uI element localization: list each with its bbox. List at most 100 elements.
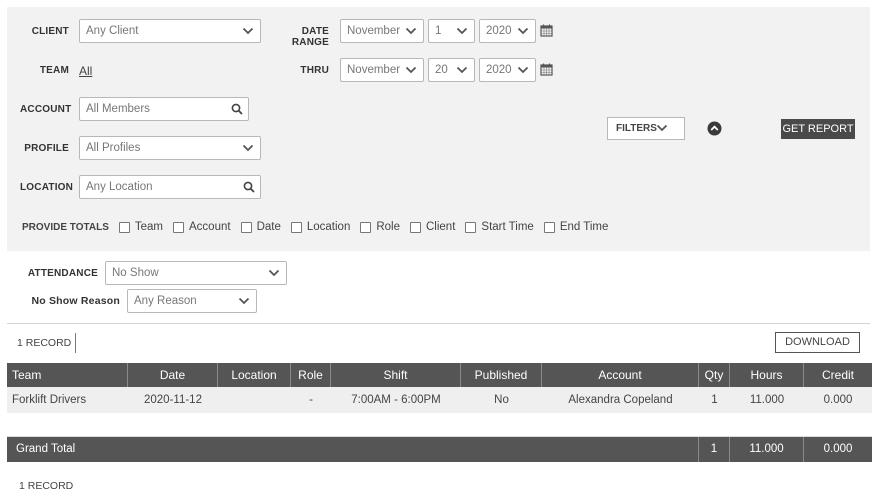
chevron-down-icon — [456, 26, 468, 36]
client-select-value: Any Client — [86, 25, 139, 37]
grand-total-qty: 1 — [699, 437, 730, 462]
totals-checkbox-date[interactable]: Date — [240, 221, 281, 233]
location-search-input[interactable]: Any Location — [79, 175, 261, 199]
column-header-account[interactable]: Account — [542, 363, 699, 387]
client-label: CLIENT — [31, 26, 69, 37]
column-header-credit[interactable]: Credit — [804, 363, 872, 387]
team-all-link[interactable]: All — [79, 64, 92, 78]
checkbox[interactable] — [465, 221, 477, 233]
cell-qty: 1 — [711, 394, 718, 406]
from-day-select[interactable]: 1 — [428, 19, 475, 43]
chevron-up-circle-icon[interactable] — [707, 121, 722, 136]
cell-hours: 11.000 — [749, 394, 785, 406]
grand-total-row: Grand Total 1 11.000 0.000 — [7, 437, 872, 462]
totals-checkbox-location[interactable]: Location — [290, 221, 351, 233]
thru-month-value: November — [347, 64, 401, 76]
search-icon[interactable] — [231, 103, 243, 115]
grand-total-hours: 11.000 — [730, 437, 804, 462]
no-show-reason-select[interactable]: Any Reason — [127, 289, 257, 313]
totals-checkbox-team[interactable]: Team — [118, 221, 163, 233]
from-day-value: 1 — [435, 25, 442, 37]
chevron-down-icon — [517, 65, 529, 75]
thru-day-value: 20 — [435, 64, 448, 76]
location-label: LOCATION — [20, 182, 74, 193]
account-label: ACCOUNT — [20, 104, 72, 115]
calendar-icon[interactable] — [540, 63, 553, 76]
date-range-label: DATE RANGE — [291, 26, 329, 48]
column-header-role[interactable]: Role — [291, 363, 331, 387]
record-count-separator — [75, 333, 76, 353]
profile-label: PROFILE — [24, 143, 69, 154]
profile-select[interactable]: All Profiles — [79, 136, 261, 160]
checkbox-label: Role — [376, 221, 400, 233]
no-show-reason-label: No Show Reason — [31, 295, 120, 307]
cell-published: No — [494, 394, 509, 406]
checkbox[interactable] — [543, 221, 555, 233]
report-table: Team Date Location Role Shift Published … — [7, 363, 872, 462]
provide-totals-row: PROVIDE TOTALS Team Account Date Locatio… — [22, 219, 618, 235]
checkbox[interactable] — [360, 221, 372, 233]
table-header-row: Team Date Location Role Shift Published … — [7, 363, 872, 387]
cell-team: Forklift Drivers — [12, 394, 87, 406]
from-month-select[interactable]: November — [340, 19, 424, 43]
totals-checkbox-start-time[interactable]: Start Time — [465, 221, 534, 233]
from-year-select[interactable]: 2020 — [479, 19, 536, 43]
thru-year-select[interactable]: 2020 — [479, 58, 536, 82]
cell-credit: 0.000 — [823, 394, 853, 406]
checkbox[interactable] — [173, 221, 184, 233]
checkbox-label: Date — [256, 221, 281, 233]
checkbox-label: Team — [134, 221, 163, 233]
filters-button[interactable]: FILTERS — [607, 117, 685, 140]
column-header-date[interactable]: Date — [128, 363, 218, 387]
checkbox[interactable] — [290, 221, 302, 233]
thru-day-select[interactable]: 20 — [428, 58, 475, 82]
checkbox[interactable] — [410, 221, 421, 233]
column-header-hours[interactable]: Hours — [730, 363, 804, 387]
column-header-location[interactable]: Location — [218, 363, 291, 387]
totals-checkbox-client[interactable]: Client — [410, 221, 455, 233]
checkbox-label: Client — [426, 221, 456, 233]
provide-totals-label: PROVIDE TOTALS — [22, 221, 109, 233]
from-year-value: 2020 — [486, 25, 512, 37]
column-header-qty[interactable]: Qty — [699, 363, 730, 387]
grand-total-label: Grand Total — [7, 437, 699, 462]
client-select[interactable]: Any Client — [79, 19, 261, 43]
search-icon[interactable] — [243, 181, 255, 193]
attendance-select-value: No Show — [112, 267, 159, 279]
chevron-down-icon — [656, 123, 668, 133]
filters-button-label: FILTERS — [616, 123, 657, 134]
totals-checkbox-account[interactable]: Account — [173, 221, 231, 233]
thru-year-value: 2020 — [486, 64, 512, 76]
column-header-shift[interactable]: Shift — [331, 363, 461, 387]
attendance-select[interactable]: No Show — [105, 261, 287, 285]
thru-month-select[interactable]: November — [340, 58, 424, 82]
get-report-button[interactable]: GET REPORT — [781, 119, 855, 139]
chevron-down-icon — [456, 65, 468, 75]
account-search-placeholder: All Members — [86, 103, 150, 115]
checkbox-label: Location — [306, 221, 351, 233]
location-search-placeholder: Any Location — [86, 181, 153, 193]
chevron-down-icon — [238, 296, 250, 306]
checkbox[interactable] — [118, 221, 130, 233]
table-spacer-row — [7, 413, 872, 437]
calendar-icon[interactable] — [540, 24, 553, 37]
checkbox[interactable] — [240, 221, 252, 233]
chevron-down-icon — [517, 26, 529, 36]
column-header-published[interactable]: Published — [461, 363, 542, 387]
download-button[interactable]: DOWNLOAD — [775, 332, 860, 353]
cell-account: Alexandra Copeland — [568, 394, 673, 406]
totals-checkbox-role[interactable]: Role — [360, 221, 400, 233]
no-show-reason-value: Any Reason — [134, 295, 197, 307]
chevron-down-icon — [405, 26, 417, 36]
totals-checkbox-end-time[interactable]: End Time — [543, 221, 609, 233]
chevron-down-icon — [405, 65, 417, 75]
checkbox-label: End Time — [559, 221, 609, 233]
cell-role: - — [309, 394, 313, 406]
from-month-value: November — [347, 25, 401, 37]
table-row[interactable]: Forklift Drivers 2020-11-12 - 7:00AM - 6… — [7, 387, 872, 413]
account-search-input[interactable]: All Members — [79, 97, 249, 121]
filter-panel — [7, 7, 870, 251]
column-header-team[interactable]: Team — [7, 363, 128, 387]
cell-date: 2020-11-12 — [144, 394, 202, 406]
section-divider — [7, 323, 870, 324]
